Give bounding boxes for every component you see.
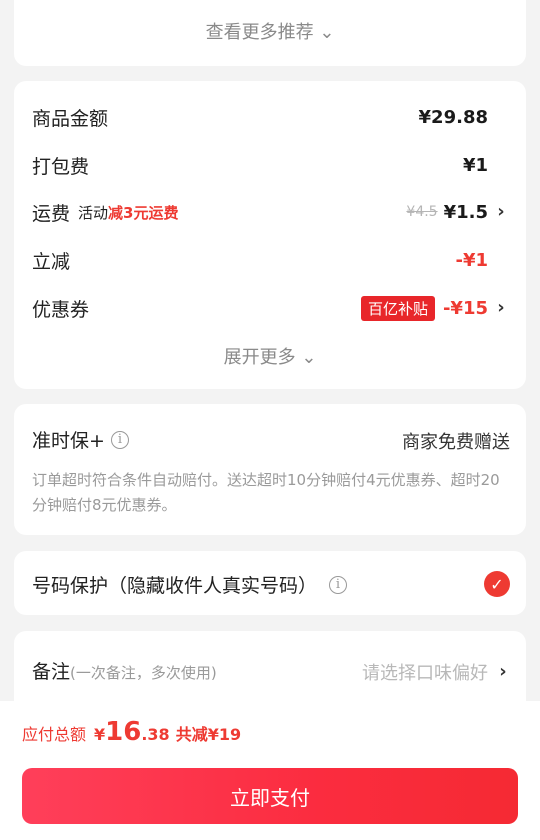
total-decimal: .38 <box>141 725 170 744</box>
notes-title: 备注(一次备注，多次使用) <box>32 657 217 684</box>
phone-protection-label: 号码保护（隐藏收件人真实号码） <box>32 575 318 597</box>
shipping-original-price: ¥4.5 <box>406 204 438 220</box>
ontime-title-label: 准时保+ <box>32 430 105 452</box>
ontime-status: 商家免费赠送 <box>402 432 510 453</box>
total-integer: 16 <box>105 717 142 747</box>
ontime-guarantee-card: 准时保+ i 商家免费赠送 订单超时符合条件自动赔付。送达超时10分钟赔付4元优… <box>14 404 526 535</box>
goods-amount-value: ¥29.88 <box>418 106 488 128</box>
notes-placeholder: 请选择口味偏好 <box>362 663 488 684</box>
packing-fee-label: 打包费 <box>32 155 90 178</box>
goods-amount-row: 商品金额 ¥29.88 › <box>32 103 508 131</box>
ontime-title: 准时保+ i <box>32 426 129 453</box>
coupon-row[interactable]: 优惠券 百亿补贴 -¥15 › <box>32 294 508 322</box>
total-saved: 共减¥19 <box>175 725 242 744</box>
total-label: 应付总额 <box>22 725 87 744</box>
checkbox-checked-icon[interactable]: ✓ <box>484 571 510 597</box>
more-recommend-link[interactable]: 查看更多推荐 ⌄ <box>14 18 526 44</box>
notes-selector[interactable]: 请选择口味偏好 › <box>362 659 510 685</box>
more-recommend-label: 查看更多推荐 <box>205 22 314 43</box>
coupon-label: 优惠券 <box>32 298 90 321</box>
info-icon[interactable]: i <box>110 430 129 449</box>
shipping-fee-value: ¥1.5 <box>443 201 488 223</box>
subsidy-badge: 百亿补贴 <box>360 295 435 321</box>
chevron-right-icon: › <box>499 661 507 682</box>
chevron-right-icon: › <box>497 297 505 318</box>
instant-discount-value: -¥1 <box>455 249 488 271</box>
payment-bar: 应付总额 ¥ 16 .38 共减¥19 立即支付 <box>0 701 540 840</box>
shipping-activity-discount: 减3元运费 <box>108 203 179 222</box>
cost-breakdown-card: 商品金额 ¥29.88 › 打包费 ¥1 › 运费 活动减3元运费 ¥4.5 ¥… <box>14 81 526 389</box>
expand-more-link[interactable]: 展开更多 ⌄ <box>14 343 526 369</box>
chevron-right-icon: › <box>497 201 505 222</box>
packing-fee-value: ¥1 <box>462 154 488 176</box>
chevron-down-icon: ⌄ <box>301 347 317 368</box>
instant-discount-row: 立减 -¥1 › <box>32 246 508 274</box>
total-summary: 应付总额 ¥ 16 .38 共减¥19 <box>22 717 241 747</box>
phone-protection-card[interactable]: 号码保护（隐藏收件人真实号码） i ✓ <box>14 551 526 615</box>
notes-sublabel: (一次备注，多次使用) <box>70 664 217 682</box>
packing-fee-row: 打包费 ¥1 › <box>32 151 508 179</box>
total-currency: ¥ <box>94 725 106 744</box>
goods-amount-label: 商品金额 <box>32 107 109 130</box>
recommend-card: 查看更多推荐 ⌄ <box>14 0 526 66</box>
shipping-activity: 活动减3元运费 <box>78 202 178 223</box>
phone-protection-title: 号码保护（隐藏收件人真实号码） i <box>32 571 348 598</box>
expand-more-label: 展开更多 <box>223 347 296 368</box>
shipping-activity-prefix: 活动 <box>78 203 109 222</box>
shipping-fee-row[interactable]: 运费 活动减3元运费 ¥4.5 ¥1.5 › <box>32 198 508 226</box>
notes-label: 备注 <box>32 661 71 683</box>
ontime-description: 订单超时符合条件自动赔付。送达超时10分钟赔付4元优惠券、超时20分钟赔付8元优… <box>32 471 500 514</box>
chevron-down-icon: ⌄ <box>319 22 335 43</box>
pay-now-button[interactable]: 立即支付 <box>22 768 518 824</box>
info-icon[interactable]: i <box>329 575 348 594</box>
shipping-fee-label: 运费 <box>32 202 71 225</box>
instant-discount-label: 立减 <box>32 250 71 273</box>
coupon-value: -¥15 <box>442 297 488 319</box>
